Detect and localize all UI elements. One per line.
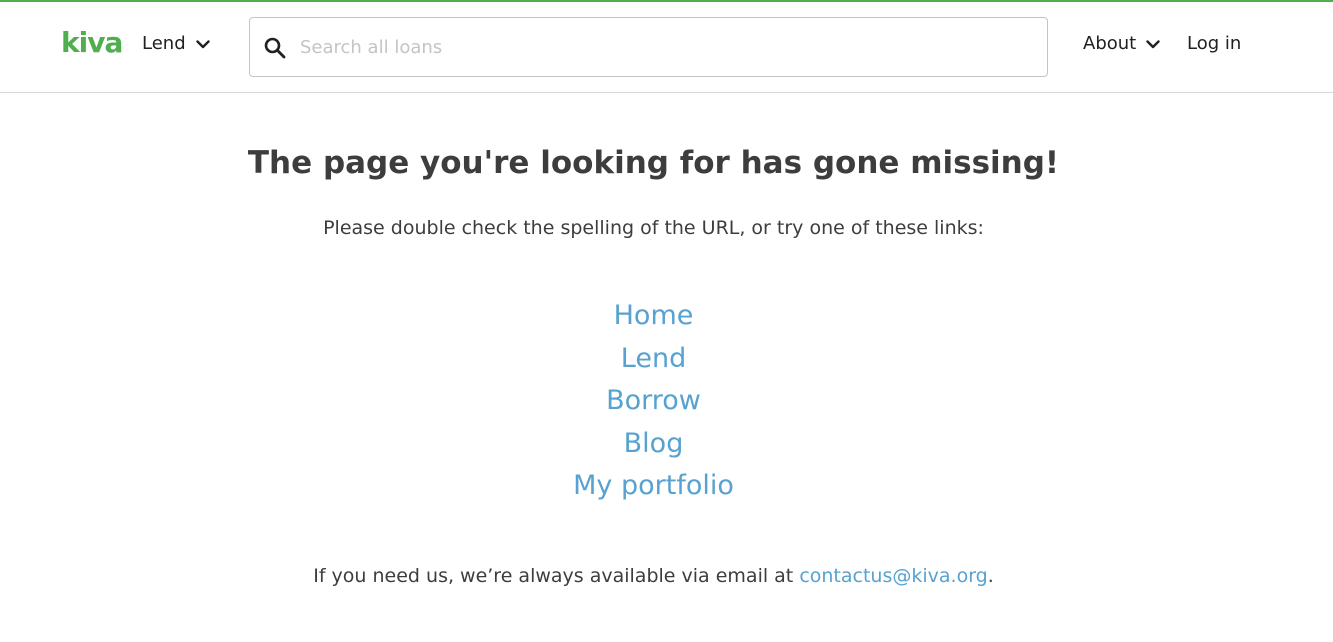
- list-item: Blog: [0, 423, 1307, 466]
- link-blog[interactable]: Blog: [624, 428, 684, 459]
- login-link[interactable]: Log in: [1187, 31, 1241, 57]
- search-icon[interactable]: [264, 37, 286, 59]
- contact-email-link[interactable]: contactus@kiva.org: [799, 565, 987, 587]
- lend-dropdown[interactable]: Lend: [142, 31, 210, 57]
- list-item: Borrow: [0, 380, 1307, 423]
- contact-prefix: If you need us, we’re always available v…: [313, 565, 794, 587]
- search-box: [249, 17, 1048, 77]
- kiva-logo[interactable]: kiva: [61, 28, 123, 58]
- about-dropdown-label: About: [1083, 33, 1137, 54]
- page-subtitle: Please double check the spelling of the …: [323, 217, 984, 239]
- list-item: Lend: [0, 338, 1307, 381]
- helpful-links-list: Home Lend Borrow Blog My portfolio: [0, 295, 1307, 508]
- search-input[interactable]: [300, 28, 1030, 66]
- link-lend[interactable]: Lend: [621, 343, 686, 374]
- contact-message: If you need us, we’re always available v…: [0, 563, 1307, 589]
- about-dropdown[interactable]: About: [1083, 31, 1160, 57]
- chevron-down-icon: [1146, 39, 1160, 49]
- site-header: kiva Lend About Log in: [0, 2, 1333, 93]
- list-item: My portfolio: [0, 465, 1307, 508]
- chevron-down-icon: [195, 39, 210, 49]
- contact-suffix: .: [987, 565, 994, 587]
- link-home[interactable]: Home: [614, 300, 694, 331]
- list-item: Home: [0, 295, 1307, 338]
- lend-dropdown-label: Lend: [142, 33, 186, 54]
- link-my-portfolio[interactable]: My portfolio: [573, 470, 734, 501]
- page-title: The page you're looking for has gone mis…: [247, 145, 1060, 181]
- link-borrow[interactable]: Borrow: [606, 385, 701, 416]
